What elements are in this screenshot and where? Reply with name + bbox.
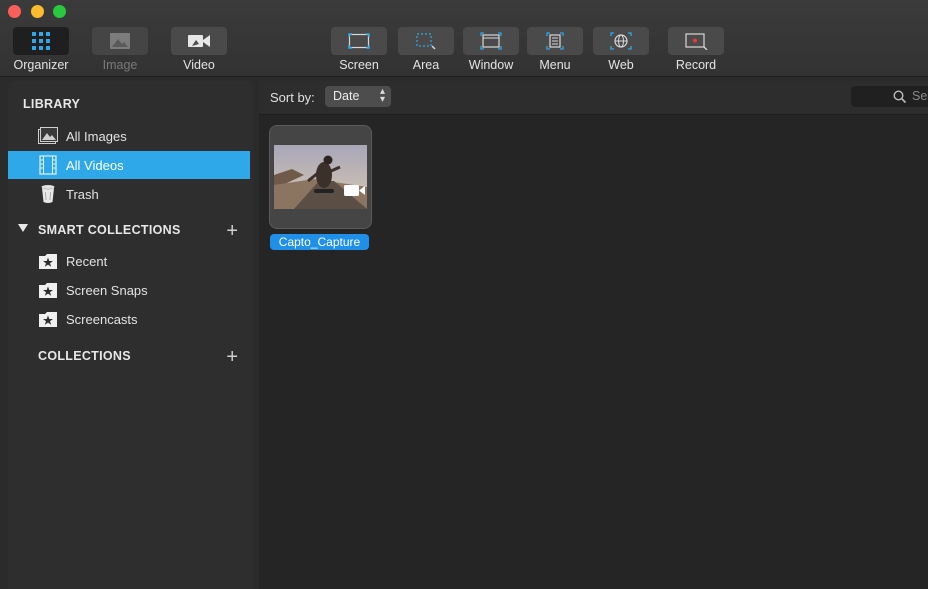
close-window-button[interactable] — [8, 5, 21, 18]
sidebar-item-label: All Images — [66, 128, 127, 144]
images-icon — [38, 126, 58, 146]
sidebar-item-screen-snaps[interactable]: Screen Snaps — [8, 276, 250, 304]
sidebar-item-label: Trash — [66, 186, 99, 202]
smart-collections-disclosure-triangle[interactable] — [18, 224, 28, 232]
toolbar-menu-button[interactable]: Menu — [517, 27, 593, 73]
zoom-window-button[interactable] — [53, 5, 66, 18]
window-capture-icon — [480, 32, 502, 50]
area-capture-icon — [416, 33, 436, 50]
smart-collections-heading: SMART COLLECTIONS — [38, 223, 181, 237]
web-capture-icon — [610, 32, 632, 50]
toolbar-web-button[interactable]: Web — [583, 27, 659, 73]
sidebar-item-screencasts[interactable]: Screencasts — [8, 305, 250, 333]
search-icon — [893, 90, 907, 104]
grid-icon — [32, 32, 50, 50]
star-folder-icon — [38, 280, 58, 300]
add-smart-collection-button[interactable]: + — [226, 221, 238, 241]
toolbar-video-button[interactable]: Video — [161, 27, 237, 73]
toolbar-label: Image — [102, 58, 138, 72]
search-input[interactable]: Sea — [851, 86, 928, 107]
sort-bar: Sort by: Date ▴▾ Sea — [259, 81, 928, 115]
sidebar-item-label: Recent — [66, 253, 108, 269]
toolbar-organizer-button[interactable]: Organizer — [3, 27, 79, 73]
sidebar-item-label: All Videos — [66, 157, 124, 173]
toolbar-screen-button[interactable]: Screen — [321, 27, 397, 73]
sidebar-item-recent[interactable]: Recent — [8, 247, 250, 275]
video-thumbnail-card[interactable] — [269, 125, 372, 229]
video-item-name-label[interactable]: Capto_Capture — [270, 234, 369, 250]
screen-capture-icon — [348, 33, 370, 49]
toolbar-image-button[interactable]: Image — [82, 27, 158, 73]
record-icon — [685, 33, 708, 50]
trash-icon — [38, 184, 58, 204]
sidebar: LIBRARY All Images All Videos Trash SMAR… — [8, 81, 253, 589]
content-area: Sort by: Date ▴▾ Sea — [259, 81, 928, 589]
toolbar-label: Screen — [339, 58, 379, 72]
add-collection-button[interactable]: + — [226, 347, 238, 367]
collections-heading: COLLECTIONS — [38, 349, 131, 363]
star-folder-icon — [38, 309, 58, 329]
minimize-window-button[interactable] — [31, 5, 44, 18]
toolbar-label: Video — [183, 58, 215, 72]
toolbar-label: Record — [675, 58, 717, 72]
toolbar-label: Web — [608, 58, 634, 72]
sidebar-item-all-videos[interactable]: All Videos — [8, 151, 250, 179]
video-camera-icon — [188, 35, 210, 47]
sidebar-item-all-images[interactable]: All Images — [8, 122, 250, 150]
film-icon — [38, 155, 58, 175]
sort-select-value: Date — [333, 89, 360, 103]
menu-capture-icon — [546, 32, 564, 50]
chevron-up-down-icon: ▴ ▾ — [379, 86, 385, 105]
toolbar-label: Menu — [539, 58, 571, 72]
toolbar-label: Organizer — [13, 58, 69, 72]
video-thumbnail-image — [274, 145, 367, 209]
sort-label: Sort by: — [270, 90, 315, 105]
sidebar-item-label: Screencasts — [66, 311, 138, 327]
toolbar-record-button[interactable]: Record — [658, 27, 734, 73]
toolbar: Organizer Image Video Screen Area Window… — [0, 0, 928, 77]
image-icon — [110, 33, 130, 49]
star-folder-icon — [38, 251, 58, 271]
sidebar-item-label: Screen Snaps — [66, 282, 148, 298]
library-heading: LIBRARY — [23, 97, 81, 111]
sort-select[interactable]: Date ▴ ▾ — [325, 86, 391, 107]
sidebar-item-trash[interactable]: Trash — [8, 180, 250, 208]
search-placeholder: Sea — [912, 89, 928, 103]
